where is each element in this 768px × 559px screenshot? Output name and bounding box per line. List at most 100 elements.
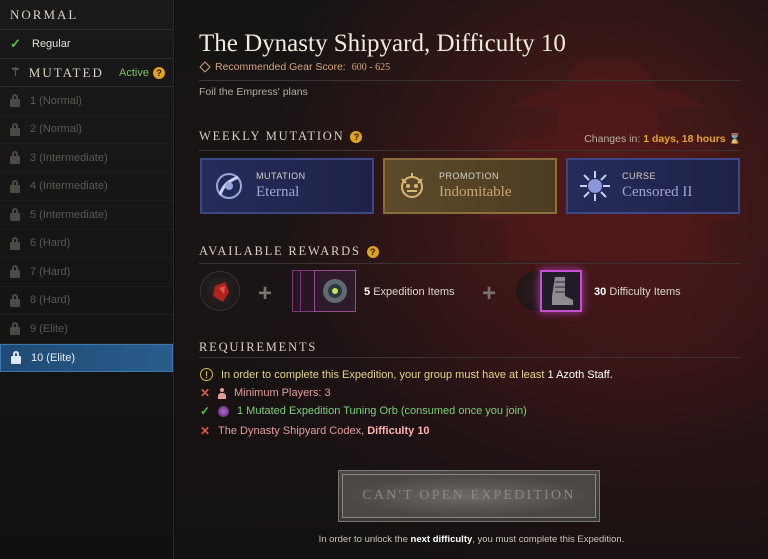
sidebar-item-label: 7 (Hard) bbox=[30, 265, 71, 278]
orb-requirement-text: 1 Mutated Expedition Tuning Orb (consume… bbox=[237, 405, 527, 417]
curse-card-name: Censored II bbox=[622, 184, 693, 200]
difficulty-items-count: 30 bbox=[594, 286, 607, 298]
sidebar-item-label: Regular bbox=[32, 38, 71, 50]
lock-icon bbox=[10, 179, 20, 193]
censored-curse-icon bbox=[580, 171, 610, 201]
active-label: Active bbox=[119, 66, 149, 79]
sidebar-item-label: 10 (Elite) bbox=[31, 351, 76, 364]
normal-section-header: NORMAL bbox=[0, 0, 173, 30]
sidebar-item-difficulty-8[interactable]: 8 (Hard) bbox=[0, 287, 173, 315]
divider bbox=[199, 80, 741, 81]
sidebar-item-difficulty-1[interactable]: 1 (Normal) bbox=[0, 87, 173, 116]
sidebar-item-difficulty-5[interactable]: 5 (Intermediate) bbox=[0, 201, 173, 230]
expedition-items-label: Expedition Items bbox=[373, 286, 455, 298]
active-status: Active ? bbox=[119, 66, 165, 79]
promotion-card-name: Indomitable bbox=[439, 184, 512, 200]
unlock-hint-bold: next difficulty bbox=[410, 534, 473, 545]
background-pagoda-image bbox=[478, 60, 738, 260]
check-icon: ✓ bbox=[200, 404, 211, 418]
promotion-card[interactable]: PROMOTION Indomitable bbox=[383, 158, 557, 214]
expedition-items-text: 5 Expedition Items bbox=[364, 286, 455, 298]
rewards-row: + 5 Expedition Items + 30 Difficulty Ite… bbox=[200, 270, 740, 314]
requirement-codex: ✕ The Dynasty Shipyard Codex, Difficulty… bbox=[200, 424, 430, 438]
divider bbox=[199, 150, 741, 151]
normal-header-label: NORMAL bbox=[10, 6, 79, 22]
sidebar-item-difficulty-6[interactable]: 6 (Hard) bbox=[0, 230, 173, 258]
changes-label: Changes in: bbox=[584, 133, 641, 145]
lock-icon bbox=[10, 94, 20, 108]
lock-icon bbox=[10, 151, 20, 165]
available-rewards-header: AVAILABLE REWARDS ? bbox=[199, 244, 379, 259]
requirements-header: REQUIREMENTS bbox=[199, 340, 317, 355]
help-icon[interactable]: ? bbox=[153, 66, 165, 79]
help-icon[interactable]: ? bbox=[350, 130, 363, 143]
reward-gem-icon[interactable] bbox=[200, 271, 240, 311]
codex-requirement-value: Difficulty 10 bbox=[367, 425, 430, 437]
warning-icon: ! bbox=[200, 368, 213, 381]
codex-requirement-text: The Dynasty Shipyard Codex, Difficulty 1… bbox=[218, 425, 430, 437]
sidebar-item-difficulty-9[interactable]: 9 (Elite) bbox=[0, 315, 173, 344]
person-icon bbox=[218, 387, 226, 399]
unlock-hint-post: , you must complete this Expedition. bbox=[472, 534, 625, 545]
mutation-card[interactable]: MUTATION Eternal bbox=[200, 158, 374, 214]
requirement-orb: ✓ 1 Mutated Expedition Tuning Orb (consu… bbox=[200, 404, 527, 418]
expedition-description: Foil the Empress' plans bbox=[199, 86, 308, 98]
sidebar-item-difficulty-4[interactable]: 4 (Intermediate) bbox=[0, 173, 173, 201]
x-icon: ✕ bbox=[200, 424, 211, 438]
players-requirement-text: Minimum Players: 3 bbox=[234, 387, 331, 399]
sidebar-item-label: 9 (Elite) bbox=[30, 322, 68, 335]
mutation-timer: Changes in: 1 days, 18 hours ⌛ bbox=[584, 133, 741, 145]
weapon-requirement-value: 1 Azoth Staff. bbox=[547, 368, 613, 381]
difficulty-items-text: 30 Difficulty Items bbox=[594, 286, 681, 298]
unlock-hint: In order to unlock the next difficulty, … bbox=[175, 534, 768, 545]
cant-open-expedition-label: CAN'T OPEN EXPEDITION bbox=[342, 474, 596, 518]
plus-icon: + bbox=[482, 280, 497, 307]
help-icon[interactable]: ? bbox=[366, 245, 379, 258]
codex-requirement-label: The Dynasty Shipyard Codex, bbox=[218, 425, 365, 437]
expedition-items-icon[interactable] bbox=[292, 270, 356, 312]
x-icon: ✕ bbox=[200, 386, 211, 400]
weapon-requirement-text: In order to complete this Expedition, yo… bbox=[221, 369, 613, 381]
available-rewards-title: AVAILABLE REWARDS bbox=[199, 244, 361, 258]
sidebar-item-difficulty-7[interactable]: 7 (Hard) bbox=[0, 258, 173, 287]
sidebar-item-label: 2 (Normal) bbox=[30, 123, 82, 136]
changes-value: 1 days, 18 hours bbox=[643, 133, 726, 145]
difficulty-items-label: Difficulty Items bbox=[609, 286, 681, 298]
sidebar-item-difficulty-3[interactable]: 3 (Intermediate) bbox=[0, 144, 173, 173]
curse-card[interactable]: CURSE Censored II bbox=[566, 158, 740, 214]
lock-icon bbox=[10, 236, 20, 250]
cant-open-expedition-button[interactable]: CAN'T OPEN EXPEDITION bbox=[338, 470, 600, 522]
unlock-hint-pre: In order to unlock the bbox=[318, 534, 408, 545]
lock-icon bbox=[10, 322, 20, 336]
hourglass-icon: ⌛ bbox=[728, 133, 741, 145]
weekly-mutation-header: WEEKLY MUTATION ? bbox=[199, 129, 363, 144]
weapon-requirement-label: In order to complete this Expedition, yo… bbox=[221, 368, 545, 381]
indomitable-promotion-icon bbox=[401, 173, 423, 198]
difficulty-sidebar: NORMAL ✓ Regular ⚚ MUTATED Active ? 1 (N… bbox=[0, 0, 174, 559]
lock-icon bbox=[10, 265, 20, 279]
lock-icon bbox=[10, 208, 20, 222]
sidebar-item-label: 4 (Intermediate) bbox=[30, 180, 108, 193]
sidebar-item-regular[interactable]: ✓ Regular bbox=[0, 30, 173, 59]
requirement-weapon: ! In order to complete this Expedition, … bbox=[200, 368, 613, 381]
divider bbox=[199, 357, 741, 358]
sidebar-item-label: 1 (Normal) bbox=[30, 94, 82, 107]
orb-icon bbox=[218, 405, 229, 417]
check-icon: ✓ bbox=[10, 36, 21, 51]
sidebar-item-label: 6 (Hard) bbox=[30, 237, 71, 250]
gear-score-value: 600 - 625 bbox=[351, 61, 391, 73]
sidebar-item-difficulty-2[interactable]: 2 (Normal) bbox=[0, 116, 173, 144]
requirements-title: REQUIREMENTS bbox=[199, 340, 318, 354]
sidebar-item-difficulty-10[interactable]: 10 (Elite) bbox=[0, 343, 173, 372]
mutated-section-header: ⚚ MUTATED Active ? bbox=[0, 59, 173, 87]
gear-diamond-icon bbox=[199, 61, 211, 73]
sidebar-item-label: 8 (Hard) bbox=[30, 294, 71, 307]
difficulty-items-icon[interactable] bbox=[540, 270, 582, 312]
lock-icon bbox=[11, 351, 21, 365]
promotion-card-type: PROMOTION bbox=[439, 171, 499, 181]
curse-card-type: CURSE bbox=[622, 171, 657, 181]
gear-score-label: Recommended Gear Score: bbox=[215, 61, 346, 73]
recommended-gear-score: Recommended Gear Score: 600 - 625 bbox=[199, 61, 391, 73]
expedition-items-count: 5 bbox=[364, 286, 371, 298]
sidebar-item-label: 3 (Intermediate) bbox=[30, 151, 108, 164]
